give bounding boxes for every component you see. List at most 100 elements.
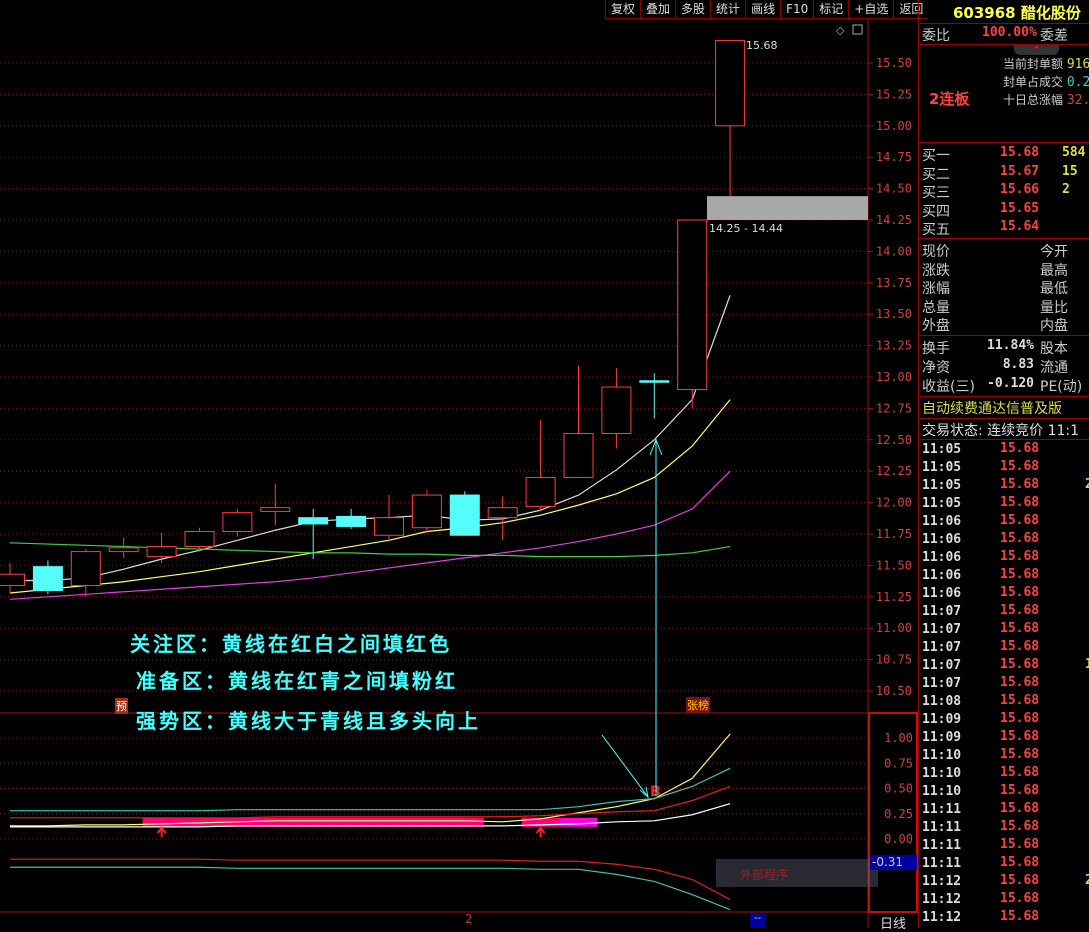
price-tick-label: 12.00 (876, 496, 912, 510)
tick-row: 11:07 15.68 (922, 675, 1039, 691)
tick-price: 15.68 (1000, 873, 1040, 888)
candle-up (563, 433, 594, 478)
tick-time: 11:05 (922, 496, 962, 511)
candle-up (525, 476, 556, 507)
bid-row[interactable]: 买三 15.66 2 (922, 182, 1070, 202)
tick-price: 15.68 (1000, 639, 1040, 654)
tick-time: 11:11 (922, 856, 962, 871)
tick-row: 11:07 15.68 1 (922, 657, 1089, 673)
external-program-overlay[interactable]: 外部程序 (716, 859, 878, 887)
tick-price: 15.68 (1000, 783, 1040, 798)
bid-volume: 584 (1062, 145, 1086, 160)
price-tick-label: 14.50 (876, 182, 912, 196)
annotation-prepare-zone: 准备区：黄线在红青之间填粉红 (136, 669, 458, 693)
tick-time: 11:07 (922, 622, 962, 637)
tick-row: 11:06 15.68 (922, 549, 1039, 565)
fund-label-2: 流通 (1040, 360, 1068, 376)
kline-chart[interactable]: 15.50 15.25 15.00 14.75 14.50 14.25 14.00 13.75… (0, 0, 918, 928)
tick-price: 15.68 (1000, 711, 1040, 726)
bottom-box[interactable]: -- (750, 913, 765, 928)
bid-row[interactable]: 买二 15.67 15 (922, 164, 1078, 184)
candle-up (0, 573, 25, 586)
seal-value: 916 (1066, 57, 1089, 72)
stock-name: 醋化股份 (1020, 4, 1081, 22)
trade-status: 交易状态: 连续竞价 11:1 (922, 423, 1080, 439)
toolbar-button-6[interactable]: 标记 (813, 0, 848, 19)
tick-time: 11:10 (922, 784, 962, 799)
tick-price: 15.68 (1000, 837, 1040, 852)
tick-time: 11:10 (922, 766, 962, 781)
candle-up (601, 386, 632, 435)
candle-up (146, 546, 177, 558)
stat-label-2: 内盘 (1040, 318, 1068, 334)
bid-price: 15.64 (1000, 219, 1040, 234)
tick-time: 11:05 (922, 478, 962, 493)
weibi-label: 委比 (922, 28, 950, 44)
toolbar-button-4[interactable]: 画线 (745, 0, 780, 19)
candle-down (336, 515, 367, 527)
tick-row: 11:11 15.68 (922, 855, 1039, 871)
tick-row: 11:10 15.68 (922, 765, 1039, 781)
bid-row[interactable]: 买一 15.68 584 (922, 145, 1085, 165)
period-label[interactable]: 日线 (880, 913, 906, 932)
tick-row: 11:05 15.68 (922, 495, 1039, 511)
tick-time: 11:05 (922, 460, 962, 475)
limit-up-tag[interactable]: 张榜 (686, 697, 710, 713)
tick-time: 11:10 (922, 748, 962, 763)
tick-row: 11:12 15.68 (922, 891, 1039, 907)
stat-row: 现价15.68今开 (922, 241, 1068, 261)
toolbar-button-3[interactable]: 统计 (710, 0, 745, 19)
stat-label-2: 最低 (1040, 281, 1068, 297)
zone-fill (559, 817, 598, 827)
gap-label: 14.25 - 14.44 (709, 222, 783, 235)
tick-row: 11:11 15.68 (922, 801, 1039, 817)
fund-row: 收益(三) -0.120 PE(动) (922, 376, 1082, 396)
price-tick-label: 12.50 (876, 433, 912, 447)
toolbar-button-0[interactable]: 复权 (605, 0, 640, 19)
pre-tag: 预 (115, 698, 128, 714)
tick-row: 11:07 15.68 (922, 639, 1039, 655)
candle-up (108, 547, 139, 553)
bid-volume: 15 (1062, 163, 1078, 179)
pointer-arrow-down (601, 734, 649, 799)
tick-time: 11:07 (922, 640, 962, 655)
collapse-button[interactable]: ^ (1014, 45, 1059, 55)
tick-volume: 1 (1085, 657, 1089, 672)
indicator-tick-label: 0.00 (884, 832, 913, 846)
seal-row: 当前封单额 916 (1003, 55, 1089, 72)
seal-label: 当前封单额 (1003, 57, 1064, 71)
tick-time: 11:07 (922, 604, 962, 619)
stat-row: 外盘91581内盘 (922, 315, 1068, 335)
toolbar-button-2[interactable]: 多股 (675, 0, 710, 19)
tick-price: 15.68 (1000, 729, 1040, 744)
stat-label: 涨幅 (922, 281, 950, 297)
bid-volume: 2 (1062, 182, 1070, 197)
tick-time: 11:07 (922, 676, 962, 691)
promo-link[interactable]: 自动续费通达信普及版 (922, 398, 1062, 418)
toolbar-button-5[interactable]: F10 (780, 0, 813, 19)
stat-label: 总量 (922, 299, 950, 316)
toolbar-button-1[interactable]: 叠加 (640, 0, 675, 19)
tick-row: 11:12 15.68 2 (922, 873, 1089, 889)
bid-row[interactable]: 买四 15.65 (922, 201, 1039, 221)
annotation-strong-zone: 强势区：黄线大于青线且多头向上 (136, 709, 481, 733)
tick-price: 15.68 (1000, 459, 1040, 474)
toolbar-button-7[interactable]: +自选 (848, 0, 893, 19)
price-tick-label: 10.75 (876, 653, 912, 667)
fund-row: 换手 11.84% 股本 (922, 338, 1068, 358)
candle-up (411, 494, 442, 529)
tick-time: 11:05 (922, 442, 962, 457)
bid-row[interactable]: 买五 15.64 (922, 219, 1039, 239)
stock-code: 603968 (953, 4, 1016, 22)
tick-row: 11:06 15.68 (922, 585, 1039, 601)
tick-price: 15.68 (1000, 477, 1040, 492)
price-tick-label: 13.75 (876, 276, 912, 290)
price-tick-label: 11.25 (876, 590, 912, 604)
tick-row: 11:05 15.68 (922, 459, 1039, 475)
tick-price: 15.68 (1000, 891, 1040, 906)
quote-panel: 603968 醋化股份 委比 100.00% 委差 ^ 2连板 当前封单额 916 封… (918, 0, 1089, 928)
stat-row: 涨幅10.04%最低 (922, 278, 1068, 298)
fund-value: 11.84% (987, 338, 1034, 353)
bid-label: 买五 (922, 222, 950, 238)
tick-volume: 2 (1085, 477, 1089, 492)
